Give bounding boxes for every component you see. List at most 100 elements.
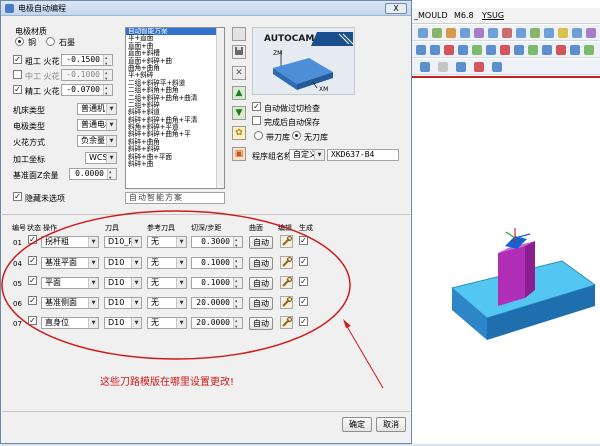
tool-icon[interactable] [488, 28, 498, 38]
row-generate-checkbox[interactable]: ✓ [299, 297, 308, 306]
plan-list-item[interactable]: 斜碎+曲 [126, 160, 224, 168]
step-input[interactable]: 0.1000 [191, 276, 243, 292]
row-generate-checkbox[interactable]: ✓ [299, 317, 308, 326]
wrench-icon[interactable] [280, 276, 293, 289]
fine-spark-checkbox[interactable]: ✓ [13, 85, 22, 94]
row-generate-checkbox[interactable]: ✓ [299, 236, 308, 245]
rough-spark-checkbox[interactable]: ✓ [13, 55, 22, 64]
move-down-icon[interactable]: ▼ [232, 106, 246, 120]
tool-icon[interactable] [416, 45, 426, 55]
tool-icon[interactable] [514, 45, 524, 55]
ref-tool-select[interactable]: 无 ▼ [147, 277, 187, 289]
hide-unselected-checkbox[interactable]: ✓ [13, 192, 22, 201]
tool-icon[interactable] [458, 45, 468, 55]
tool-icon[interactable] [456, 62, 466, 72]
generate-icon[interactable]: ▣ [232, 147, 246, 161]
base-z-input[interactable]: 0.0000 [69, 167, 117, 183]
row-state-checkbox[interactable]: ✓ [28, 256, 37, 265]
new-icon[interactable] [232, 27, 246, 41]
tool-icon[interactable] [544, 28, 554, 38]
step-input[interactable]: 0.3000 [191, 235, 243, 251]
tool-icon[interactable] [438, 62, 448, 72]
tool-select[interactable]: D10 ▼ [104, 277, 142, 289]
surface-auto-button[interactable]: 自动 [249, 297, 273, 310]
machine-type-select[interactable]: 普通机 ▼ [77, 103, 117, 115]
plan-list-scrollbar[interactable] [216, 28, 224, 188]
operation-select[interactable]: 拐杆粗 ▼ [41, 236, 99, 248]
tool-select[interactable]: D10_R ▼ [104, 236, 142, 248]
cancel-button[interactable]: 取消 [376, 417, 406, 432]
surface-auto-button[interactable]: 自动 [249, 257, 273, 270]
wrench-icon[interactable] [280, 296, 293, 309]
tool-select[interactable]: D10 ▼ [104, 317, 142, 329]
operation-select[interactable]: 基准平面 ▼ [41, 257, 99, 269]
wrench-icon[interactable] [280, 256, 293, 269]
surface-auto-button[interactable]: 自动 [249, 236, 273, 249]
tool-select[interactable]: D10 ▼ [104, 257, 142, 269]
tool-icon[interactable] [586, 28, 596, 38]
row-generate-checkbox[interactable]: ✓ [299, 277, 308, 286]
tool-icon[interactable] [432, 28, 442, 38]
wrench-icon[interactable] [280, 316, 293, 329]
surface-auto-button[interactable]: 自动 [249, 317, 273, 330]
electrode-type-select[interactable]: 普通电极 ▼ [77, 119, 117, 131]
tool-icon[interactable] [558, 28, 568, 38]
tool-icon[interactable] [528, 45, 538, 55]
auto-check-checkbox[interactable]: ✓ [252, 102, 261, 111]
tool-select[interactable]: D10 ▼ [104, 297, 142, 309]
delete-icon[interactable]: ✕ [232, 66, 246, 80]
ref-tool-select[interactable]: 无 ▼ [147, 236, 187, 248]
tool-icon[interactable] [492, 62, 502, 72]
with-library-radio[interactable] [254, 131, 263, 140]
move-up-icon[interactable]: ▲ [232, 86, 246, 100]
rough-spark-input[interactable]: -0.1500 [61, 53, 113, 69]
step-input[interactable]: 20.0000 [191, 316, 243, 332]
step-input[interactable]: 0.1000 [191, 256, 243, 272]
tool-icon[interactable] [570, 45, 580, 55]
tool-icon[interactable] [530, 28, 540, 38]
tool-icon[interactable] [430, 45, 440, 55]
cad-menu-item-ysug[interactable]: YSUG [482, 11, 504, 20]
row-generate-checkbox[interactable]: ✓ [299, 257, 308, 266]
fine-spark-input[interactable]: -0.0700 [61, 83, 113, 99]
close-button[interactable]: X [385, 3, 407, 14]
plan-list[interactable]: 自动智能方案 平+直面 直面+曲 直面+斜槽 直面+斜碎+曲 曲角+曲角 平+斜… [125, 27, 225, 189]
tool-icon[interactable] [420, 62, 430, 72]
medium-spark-checkbox[interactable] [13, 70, 22, 79]
step-input[interactable]: 20.0000 [191, 296, 243, 312]
coord-select[interactable]: WCS ▼ [85, 152, 117, 164]
surface-auto-button[interactable]: 自动 [249, 277, 273, 290]
tool-icon[interactable] [556, 45, 566, 55]
tool-icon[interactable] [572, 28, 582, 38]
tool-icon[interactable] [444, 45, 454, 55]
tool-icon[interactable] [474, 28, 484, 38]
tool-icon[interactable] [446, 28, 456, 38]
cad-menu-item-version[interactable]: M6.8 [454, 11, 474, 20]
row-state-checkbox[interactable]: ✓ [28, 276, 37, 285]
tool-icon[interactable] [516, 28, 526, 38]
program-mode-select[interactable]: 自定义 ▼ [289, 149, 325, 161]
plan-current-field[interactable]: 自动智能方案 [125, 192, 225, 204]
cad-menu-item-mould[interactable]: _MOULD [414, 11, 448, 20]
tool-icon[interactable] [500, 45, 510, 55]
auto-save-checkbox[interactable] [252, 116, 261, 125]
palette-icon[interactable]: ✿ [232, 126, 246, 140]
dialog-titlebar[interactable]: 电极自动编程 X [1, 1, 411, 16]
ref-tool-select[interactable]: 无 ▼ [147, 257, 187, 269]
save-icon[interactable] [232, 45, 246, 59]
spark-mode-select[interactable]: 负余量 ▼ [77, 135, 117, 147]
tool-icon[interactable] [486, 45, 496, 55]
row-state-checkbox[interactable]: ✓ [28, 296, 37, 305]
operation-select[interactable]: 基准侧面 ▼ [41, 297, 99, 309]
tool-icon[interactable] [502, 28, 512, 38]
tool-icon[interactable] [542, 45, 552, 55]
tool-icon[interactable] [472, 45, 482, 55]
ref-tool-select[interactable]: 无 ▼ [147, 317, 187, 329]
tool-icon[interactable] [584, 45, 594, 55]
medium-spark-input[interactable]: -0.1000 [61, 68, 113, 84]
operation-select[interactable]: 平面 ▼ [41, 277, 99, 289]
row-state-checkbox[interactable]: ✓ [28, 316, 37, 325]
ok-button[interactable]: 确定 [342, 417, 372, 432]
without-library-radio[interactable] [292, 131, 301, 140]
cad-viewport[interactable] [412, 78, 600, 444]
